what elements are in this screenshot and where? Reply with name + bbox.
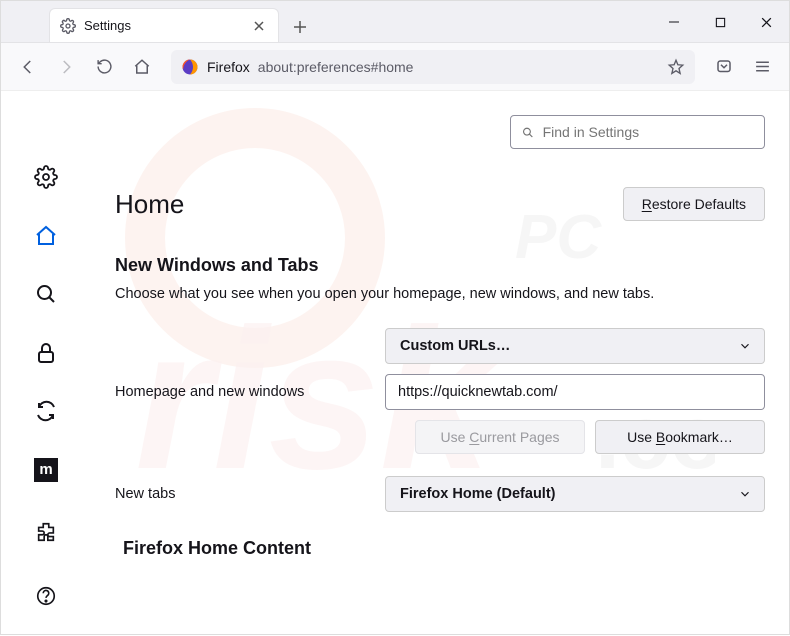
url-text: about:preferences#home — [258, 59, 414, 75]
sidebar-search[interactable] — [26, 278, 66, 311]
homepage-url-input[interactable] — [385, 374, 765, 410]
settings-main: Home Restore Defaults New Windows and Ta… — [91, 91, 789, 636]
sidebar-sync[interactable] — [26, 395, 66, 428]
window-controls — [651, 1, 789, 43]
bookmark-star-icon[interactable] — [667, 58, 685, 76]
back-button[interactable] — [11, 50, 45, 84]
newtabs-label: New tabs — [115, 486, 385, 502]
toolbar: Firefox about:preferences#home — [1, 43, 789, 91]
use-current-pages-button[interactable]: Use Current Pages — [415, 420, 585, 454]
sidebar-help[interactable] — [26, 576, 66, 616]
homepage-mode-value: Custom URLs… — [400, 338, 510, 354]
sidebar-privacy[interactable] — [26, 337, 66, 370]
settings-sidebar: m — [1, 91, 91, 636]
menu-button[interactable] — [745, 50, 779, 84]
new-tab-button[interactable] — [285, 12, 315, 42]
newtabs-value: Firefox Home (Default) — [400, 486, 556, 502]
url-identity: Firefox — [207, 59, 250, 75]
maximize-button[interactable] — [697, 1, 743, 43]
newtabs-select[interactable]: Firefox Home (Default) — [385, 476, 765, 512]
restore-defaults-button[interactable]: Restore Defaults — [623, 187, 765, 221]
url-bar[interactable]: Firefox about:preferences#home — [171, 50, 695, 84]
close-icon[interactable] — [250, 17, 268, 35]
homepage-label: Homepage and new windows — [115, 384, 385, 400]
chevron-down-icon — [738, 487, 752, 501]
gear-icon — [60, 18, 76, 34]
homepage-mode-select[interactable]: Custom URLs… — [385, 328, 765, 364]
sidebar-extensions[interactable] — [26, 512, 66, 552]
firefox-icon — [181, 58, 199, 76]
find-input[interactable] — [543, 124, 754, 140]
forward-button[interactable] — [49, 50, 83, 84]
tab-settings[interactable]: Settings — [49, 8, 279, 42]
sidebar-general[interactable] — [26, 161, 66, 194]
close-window-button[interactable] — [743, 1, 789, 43]
section-new-windows-title: New Windows and Tabs — [115, 255, 765, 276]
section-home-content-title: Firefox Home Content — [123, 538, 765, 559]
pocket-button[interactable] — [707, 50, 741, 84]
tab-label: Settings — [84, 18, 242, 33]
section-new-windows-desc: Choose what you see when you open your h… — [115, 286, 765, 302]
sidebar-home[interactable] — [26, 220, 66, 253]
reload-button[interactable] — [87, 50, 121, 84]
find-in-settings[interactable] — [510, 115, 765, 149]
page-title: Home — [115, 189, 184, 220]
minimize-button[interactable] — [651, 1, 697, 43]
search-icon — [521, 125, 535, 140]
use-bookmark-button[interactable]: Use Bookmark… — [595, 420, 765, 454]
home-button[interactable] — [125, 50, 159, 84]
chevron-down-icon — [738, 339, 752, 353]
sidebar-more[interactable]: m — [26, 454, 66, 487]
